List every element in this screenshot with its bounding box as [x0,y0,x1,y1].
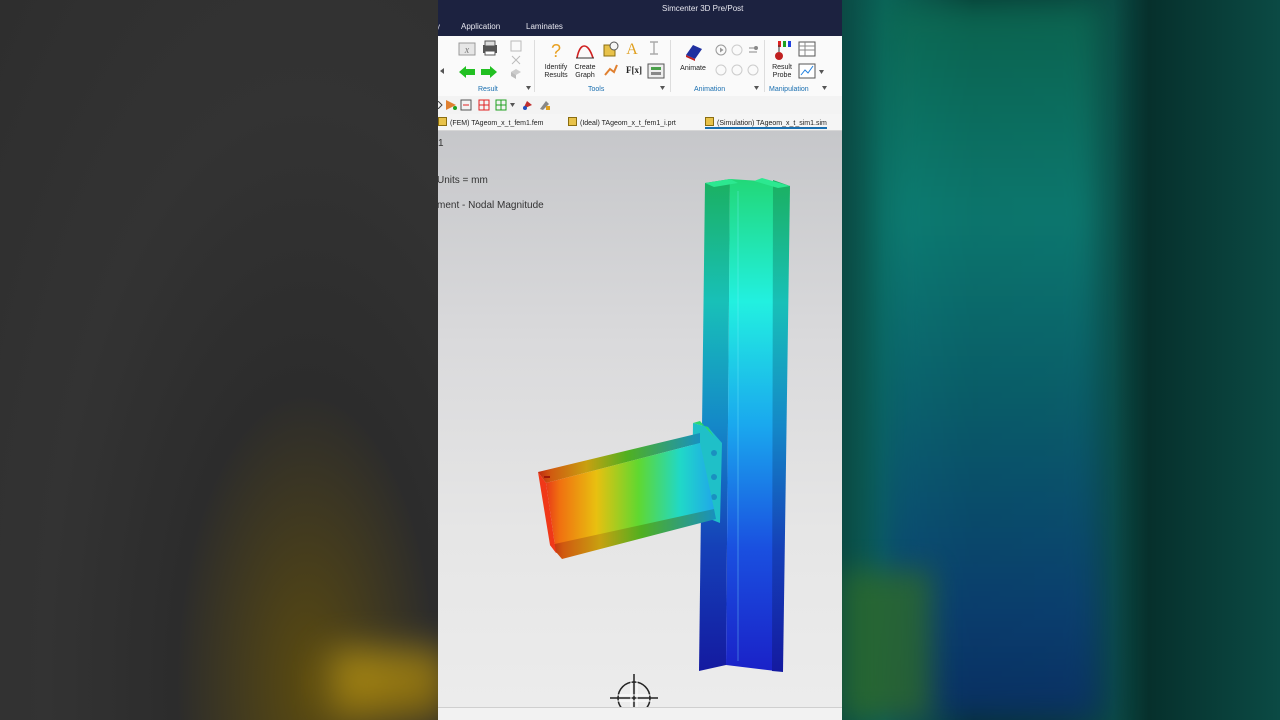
tab-simulation[interactable]: (Simulation) TAgeom_x_t_sim1.sim [705,117,827,129]
menu-cut[interactable]: y [438,22,440,31]
window-title: Simcenter 3D Pre/Post [662,4,744,13]
result-probe-icon[interactable] [774,41,792,63]
fea-model [538,178,790,672]
file-icon [438,117,447,126]
stop-icon[interactable] [731,64,743,76]
tab-simulation-label: (Simulation) TAgeom_x_t_sim1.sim [717,120,827,127]
beam-i-section [538,433,716,559]
table-report-icon[interactable] [647,63,665,79]
probe-graph-icon[interactable] [798,63,816,79]
snap-filter-icon[interactable] [445,99,458,111]
animation-settings-icon[interactable] [747,44,759,56]
path-tool-icon[interactable] [603,63,619,77]
status-bar [438,707,842,720]
crosshair-cursor-icon [610,674,658,707]
play-icon[interactable] [715,44,727,56]
animate-icon[interactable] [682,41,704,61]
toolbar-cut-icon[interactable] [438,101,443,109]
probe-table-icon[interactable] [798,41,816,57]
create-graph-icon[interactable] [575,40,595,60]
print-results-icon[interactable] [480,40,500,56]
feature-select-icon[interactable] [521,99,534,111]
group-label-result: Result [478,86,498,93]
selection-toolbar [438,96,842,115]
paint-select-icon[interactable] [538,99,551,111]
pause-icon[interactable] [731,44,743,56]
group-separator [670,40,671,92]
blurred-background-left [0,0,450,720]
animation-group-dropdown-icon[interactable] [754,86,759,90]
svg-text:x: x [464,45,470,56]
left-scroll-icon[interactable] [440,68,446,74]
identify-results-label: Identify Results [544,64,568,79]
animate-button[interactable]: Animate [676,65,710,73]
tab-fem-label: (FEM) TAgeom_x_t_fem1.fem [450,120,544,127]
toolbar-dropdown-icon[interactable] [510,103,515,107]
group-separator [764,40,765,92]
result-group-dropdown-icon[interactable] [526,86,531,90]
grid-select-icon[interactable] [478,99,490,111]
create-graph-button[interactable]: Create Graph [571,64,599,80]
tools-group-dropdown-icon[interactable] [660,86,665,90]
group-label-animation: Animation [694,86,726,93]
shade-icon[interactable] [510,68,522,80]
blurred-plate-shape [842,570,932,720]
file-icon [705,117,714,126]
mesh-grid-icon[interactable] [495,99,507,111]
svg-text:A: A [626,41,638,56]
document-tabs: (FEM) TAgeom_x_t_fem1.fem (Ideal) TAgeom… [438,114,842,131]
hide-icon[interactable] [510,54,522,66]
column-i-beam [699,178,790,672]
x-function-icon[interactable]: x [458,42,476,56]
tab-ideal-label: (Ideal) TAgeom_x_t_fem1_i.prt [580,120,676,127]
group-label-manipulation: Manipulation [769,86,809,93]
step-back-icon[interactable] [715,64,727,76]
group-separator [534,40,535,92]
function-fx-icon[interactable]: F[x] [626,65,642,75]
annotation-text-icon[interactable]: A [624,40,640,56]
result-probe-label: Result Probe [772,64,792,79]
simcenter-window: Simcenter 3D Pre/Post y Application Lami… [438,0,842,720]
graphics-viewport[interactable]: 1 Units = mm ment - Nodal Magnitude [438,131,842,707]
tab-ideal[interactable]: (Ideal) TAgeom_x_t_fem1_i.prt [568,117,676,127]
selection-scope-icon[interactable] [460,99,473,111]
next-arrow-icon[interactable] [480,65,498,79]
group-label-tools: Tools [588,86,605,93]
select-box-icon[interactable] [510,40,522,52]
step-forward-icon[interactable] [747,64,759,76]
menu-application[interactable]: Application [461,22,500,31]
identify-results-icon[interactable]: ? [548,40,564,60]
markers-icon[interactable] [603,41,619,57]
tab-fem[interactable]: (FEM) TAgeom_x_t_fem1.fem [438,117,544,127]
animate-label: Animate [680,65,706,72]
previous-arrow-icon[interactable] [458,65,476,79]
ribbon: x Result ? Identify Results Create Graph… [438,36,842,97]
svg-text:?: ? [551,41,561,60]
measure-icon[interactable] [648,41,660,55]
create-graph-label: Create Graph [574,64,596,79]
blurred-beam-shape [330,650,450,720]
blurred-background-right [842,0,1280,720]
identify-results-button[interactable]: Identify Results [542,64,570,80]
probe-dropdown-icon[interactable] [819,70,824,74]
manipulation-group-dropdown-icon[interactable] [822,86,827,90]
title-bar: Simcenter 3D Pre/Post y Application Lami… [438,0,842,36]
menu-laminates[interactable]: Laminates [526,22,563,31]
file-icon [568,117,577,126]
result-probe-button[interactable]: Result Probe [768,64,796,80]
